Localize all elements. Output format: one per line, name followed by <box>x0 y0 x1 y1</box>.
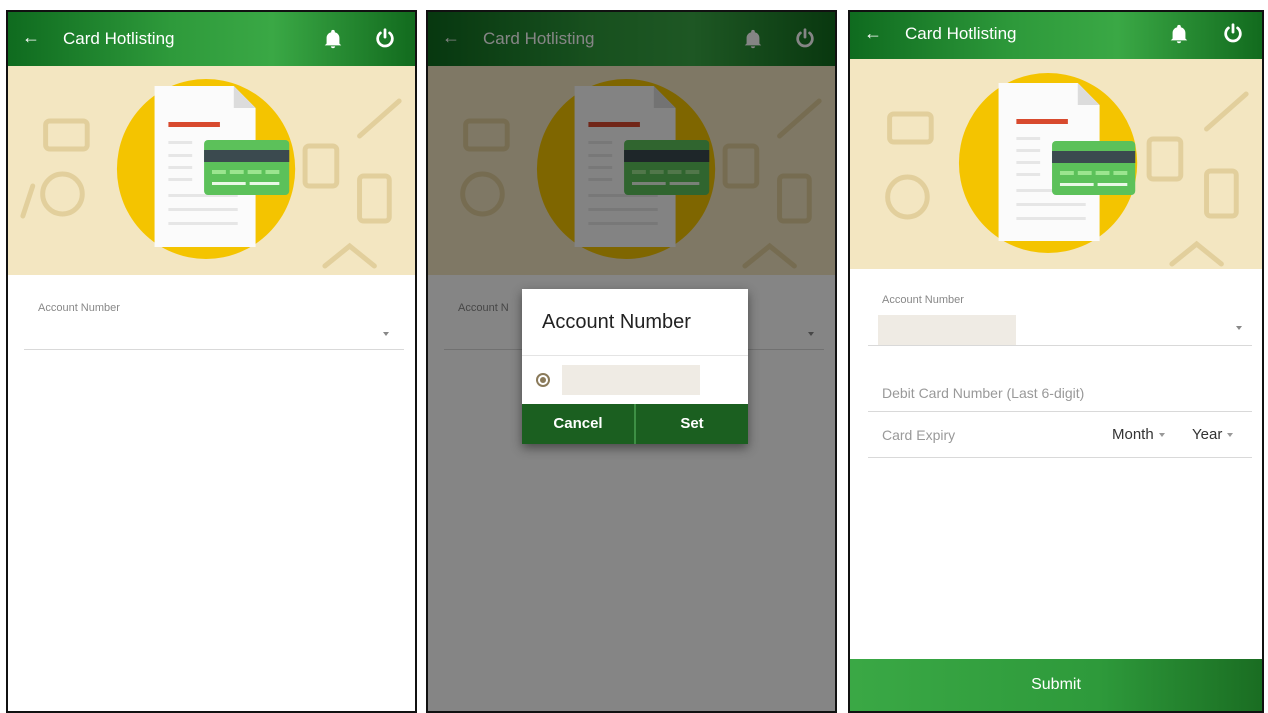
cancel-button[interactable]: Cancel <box>522 404 636 444</box>
card-expiry-divider <box>868 457 1252 458</box>
document-card-illustration <box>8 66 415 275</box>
document-card-illustration <box>850 59 1262 269</box>
year-caret-icon <box>1227 433 1234 438</box>
dialog-title: Account Number <box>542 311 691 333</box>
bell-icon[interactable] <box>1168 22 1190 46</box>
redacted-account-value <box>878 315 1016 345</box>
screen-account-selection: ← Card Hotlisting Account Number <box>6 10 417 713</box>
screen-account-dialog: ← Card Hotlisting Account N Account Numb… <box>426 10 837 713</box>
account-number-dropdown[interactable] <box>24 349 404 350</box>
bell-icon[interactable] <box>322 27 344 51</box>
set-button[interactable]: Set <box>636 404 748 444</box>
account-radio-button[interactable] <box>536 373 550 387</box>
submit-button[interactable]: Submit <box>850 659 1262 711</box>
app-bar: ← Card Hotlisting <box>8 12 415 66</box>
dropdown-caret-icon[interactable] <box>1236 326 1242 330</box>
app-bar: ← Card Hotlisting <box>850 12 1262 59</box>
power-icon[interactable] <box>374 27 396 49</box>
year-dropdown[interactable]: Year <box>1192 426 1234 443</box>
debit-card-number-field[interactable]: Debit Card Number (Last 6-digit) <box>882 385 1084 401</box>
month-caret-icon <box>1158 433 1165 438</box>
account-number-dropdown[interactable] <box>868 345 1252 346</box>
dialog-divider <box>522 355 748 356</box>
year-label: Year <box>1192 426 1223 443</box>
card-hotlisting-banner <box>8 66 415 275</box>
screen-card-details-form: ← Card Hotlisting Account Number Debit C <box>848 10 1264 713</box>
card-expiry-label: Card Expiry <box>882 427 956 443</box>
month-label: Month <box>1112 426 1154 443</box>
back-arrow-icon[interactable]: ← <box>864 21 882 45</box>
page-title: Card Hotlisting <box>63 29 175 48</box>
dialog-button-bar: Cancel Set <box>522 404 748 444</box>
power-icon[interactable] <box>1222 22 1244 44</box>
redacted-account-option[interactable] <box>562 365 700 395</box>
account-number-label: Account Number <box>882 294 964 306</box>
month-dropdown[interactable]: Month <box>1112 426 1165 443</box>
dropdown-caret-icon[interactable] <box>383 332 389 336</box>
debit-card-divider <box>868 411 1252 412</box>
account-number-label: Account Number <box>38 302 120 314</box>
page-title: Card Hotlisting <box>905 24 1017 43</box>
back-arrow-icon[interactable]: ← <box>22 25 40 49</box>
card-hotlisting-banner <box>850 59 1262 269</box>
account-number-dialog: Account Number Cancel Set <box>522 289 748 444</box>
